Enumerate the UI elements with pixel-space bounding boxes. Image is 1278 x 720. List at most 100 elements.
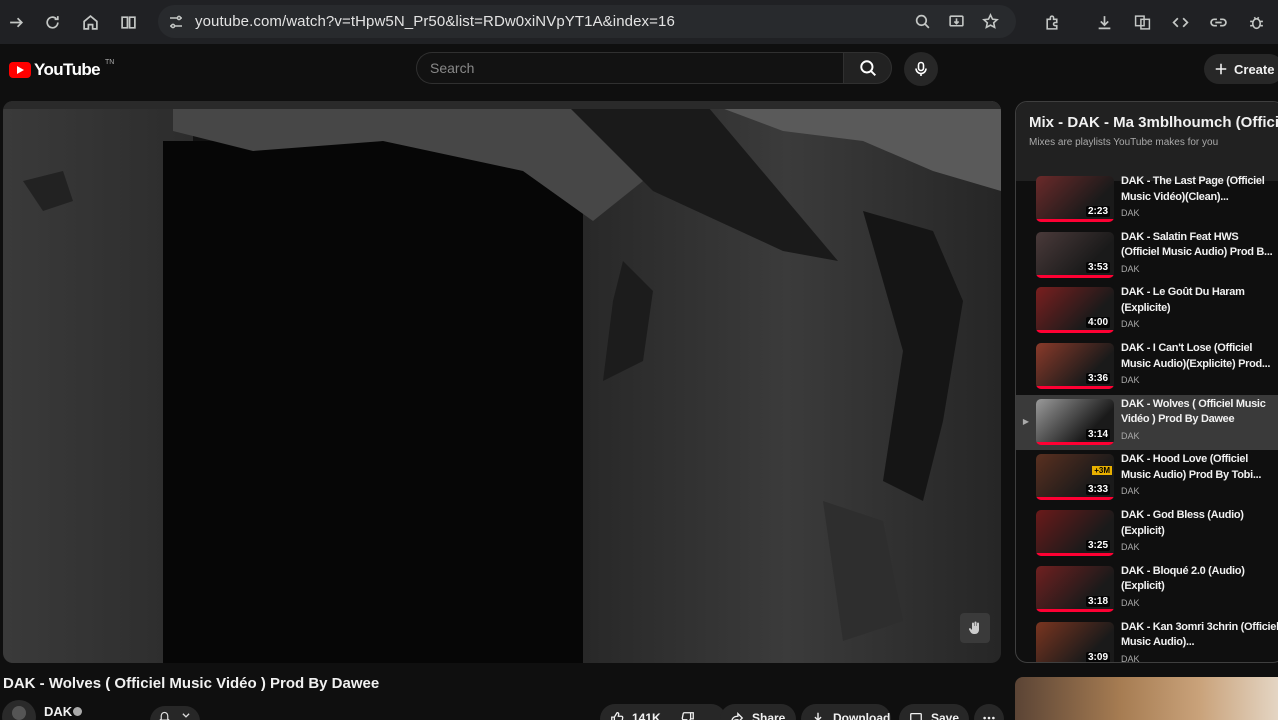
microphone-icon bbox=[915, 61, 927, 76]
install-app-icon[interactable] bbox=[944, 6, 968, 38]
thumbnail-badge: +3M bbox=[1092, 466, 1112, 476]
duration-badge: 2:23 bbox=[1085, 206, 1110, 217]
watched-progress-bar bbox=[1036, 330, 1114, 334]
video-frame bbox=[3, 101, 1001, 663]
playlist-item-thumbnail[interactable]: 2:23 bbox=[1036, 176, 1114, 222]
extensions-icon[interactable] bbox=[1036, 6, 1068, 38]
playlist-item-thumbnail[interactable]: 3:09 bbox=[1036, 621, 1114, 663]
video-player[interactable] bbox=[3, 101, 1001, 663]
search-icon bbox=[859, 60, 876, 76]
bug-icon[interactable] bbox=[1240, 6, 1272, 38]
download-button[interactable]: Download bbox=[801, 704, 891, 720]
playlist-item-channel: DAK bbox=[1121, 653, 1140, 663]
more-horizontal-icon bbox=[983, 716, 995, 720]
playlist-item[interactable]: 4:00 DAK - Le Goût Du Haram (Explicite) DA… bbox=[1016, 283, 1278, 339]
playlist-item[interactable]: 3:53 DAK - Salatin Feat HWS (Officiel Mus… bbox=[1016, 228, 1278, 284]
reading-view-icon[interactable] bbox=[112, 6, 144, 38]
recommended-video-thumbnail[interactable] bbox=[1015, 677, 1278, 720]
channel-name[interactable]: DAK bbox=[44, 704, 72, 719]
playlist-title[interactable]: Mix - DAK - Ma 3mblhoumch (Offici bbox=[1029, 114, 1278, 131]
playlist-item-channel: DAK bbox=[1121, 486, 1140, 497]
download-arrow-icon bbox=[814, 712, 822, 720]
playlist-item-title: DAK - I Can't Lose (Officiel Music Audio… bbox=[1121, 342, 1271, 370]
watched-progress-bar bbox=[1036, 497, 1114, 501]
playlist-item-title: DAK - Hood Love (Officiel Music Audio) P… bbox=[1121, 453, 1262, 481]
playlist-item-channel: DAK bbox=[1121, 430, 1140, 441]
playlist-item[interactable]: +3M 3:33 DAK - Hood Love (Officiel Music A… bbox=[1016, 450, 1278, 506]
translate-icon[interactable] bbox=[1126, 6, 1158, 38]
playlist-item-title: DAK - Le Goût Du Haram (Explicite) bbox=[1121, 286, 1245, 314]
link-icon[interactable] bbox=[1202, 6, 1234, 38]
playlist-item-title: DAK - Bloqué 2.0 (Audio) (Explicit) bbox=[1121, 564, 1245, 593]
playlist-item-thumbnail[interactable]: 3:36 bbox=[1036, 343, 1114, 390]
share-label: Share bbox=[752, 711, 786, 720]
search-placeholder: Search bbox=[430, 60, 475, 76]
like-count: 141K bbox=[632, 711, 661, 720]
address-bar[interactable]: youtube.com/watch?v=tHpw5N_Pr50&list=RDw… bbox=[158, 5, 1016, 38]
channel-avatar[interactable] bbox=[2, 700, 36, 720]
youtube-logo[interactable]: YouTube TN bbox=[9, 58, 115, 80]
bell-icon bbox=[159, 711, 170, 720]
thumbs-down-icon[interactable] bbox=[681, 711, 695, 720]
playlist-item[interactable]: 3:36 DAK - I Can't Lose (Officiel Music A… bbox=[1016, 339, 1278, 395]
hand-icon bbox=[968, 621, 979, 635]
duration-badge: 3:09 bbox=[1085, 651, 1110, 663]
playlist-item-channel: DAK bbox=[1121, 319, 1140, 330]
playlist-items: 2:23 DAK - The Last Page (Officiel Music … bbox=[1016, 175, 1278, 663]
watched-progress-bar bbox=[1036, 274, 1114, 278]
country-code: TN bbox=[105, 58, 115, 66]
watched-progress-bar bbox=[1036, 219, 1114, 222]
share-icon bbox=[731, 712, 744, 720]
save-button[interactable]: Save bbox=[899, 704, 969, 720]
youtube-masthead: YouTube TN Search Create bbox=[0, 44, 1278, 98]
more-actions-button[interactable] bbox=[974, 704, 1004, 720]
playlist-item[interactable]: ▶ 3:14 DAK - Wolves ( Officiel Music Vidéo… bbox=[1016, 394, 1278, 451]
chevron-down-icon bbox=[182, 713, 190, 718]
playlist-item[interactable]: 3:18 DAK - Bloqué 2.0 (Audio) (Explicit) D… bbox=[1016, 562, 1278, 618]
verified-icon bbox=[73, 707, 82, 716]
home-icon[interactable] bbox=[74, 6, 106, 38]
subscription-bell-button[interactable] bbox=[150, 706, 200, 720]
playlist-item-thumbnail[interactable]: 3:53 bbox=[1036, 231, 1114, 278]
playlist-item-channel: DAK bbox=[1121, 208, 1140, 218]
url-text[interactable]: youtube.com/watch?v=tHpw5N_Pr50&list=RDw… bbox=[195, 13, 675, 30]
share-button[interactable]: Share bbox=[720, 704, 796, 720]
download-icon[interactable] bbox=[1088, 6, 1120, 38]
playlist-subtitle: Mixes are playlists YouTube makes for yo… bbox=[1029, 137, 1219, 148]
duration-badge: 4:00 bbox=[1085, 317, 1110, 329]
zoom-icon[interactable] bbox=[910, 6, 934, 38]
playlist-item-title: DAK - Wolves ( Officiel Music Vidéo ) Pr… bbox=[1121, 397, 1266, 426]
now-playing-icon: ▶ bbox=[1022, 416, 1030, 426]
create-button[interactable]: Create bbox=[1204, 54, 1278, 84]
search-input[interactable]: Search bbox=[416, 52, 844, 84]
playlist-item-thumbnail[interactable]: +3M 3:33 bbox=[1036, 454, 1114, 501]
duration-badge: 3:25 bbox=[1085, 540, 1110, 552]
forward-icon[interactable] bbox=[0, 6, 32, 38]
channel-watermark-button[interactable] bbox=[960, 613, 990, 643]
playlist-item-title: DAK - Kan 3omri 3chrin (Officiel Music A… bbox=[1121, 620, 1278, 649]
duration-badge: 3:33 bbox=[1085, 484, 1110, 496]
playlist-item-thumbnail[interactable]: 4:00 bbox=[1036, 287, 1114, 334]
playlist-item-thumbnail[interactable]: 3:14 bbox=[1036, 398, 1114, 445]
create-label: Create bbox=[1234, 61, 1275, 77]
playlist-item[interactable]: 2:23 DAK - The Last Page (Officiel Music … bbox=[1016, 172, 1278, 228]
playlist-item[interactable]: 3:25 DAK - God Bless (Audio) (Explicit) DA… bbox=[1016, 506, 1278, 562]
playlist-item[interactable]: 3:09 DAK - Kan 3omri 3chrin (Officiel Mus… bbox=[1016, 618, 1278, 663]
video-title: DAK - Wolves ( Officiel Music Vidéo ) Pr… bbox=[3, 675, 380, 692]
save-label: Save bbox=[931, 711, 960, 720]
save-playlist-icon bbox=[910, 712, 922, 720]
playlist-item-channel: DAK bbox=[1121, 597, 1140, 608]
site-info-icon[interactable] bbox=[160, 14, 192, 30]
playlist-item-thumbnail[interactable]: 3:18 bbox=[1036, 565, 1114, 612]
voice-search-button[interactable] bbox=[904, 52, 938, 86]
playlist-item-thumbnail[interactable]: 3:25 bbox=[1036, 510, 1114, 557]
watched-progress-bar bbox=[1036, 441, 1114, 445]
duration-badge: 3:36 bbox=[1085, 373, 1110, 385]
favorite-star-icon[interactable] bbox=[978, 6, 1002, 38]
browser-toolbar: youtube.com/watch?v=tHpw5N_Pr50&list=RDw… bbox=[0, 0, 1278, 44]
like-dislike-group[interactable]: 141K bbox=[600, 704, 726, 720]
refresh-icon[interactable] bbox=[36, 6, 68, 38]
search-button[interactable] bbox=[843, 52, 892, 84]
code-icon[interactable] bbox=[1164, 6, 1196, 38]
playlist-item-channel: DAK bbox=[1121, 542, 1140, 553]
